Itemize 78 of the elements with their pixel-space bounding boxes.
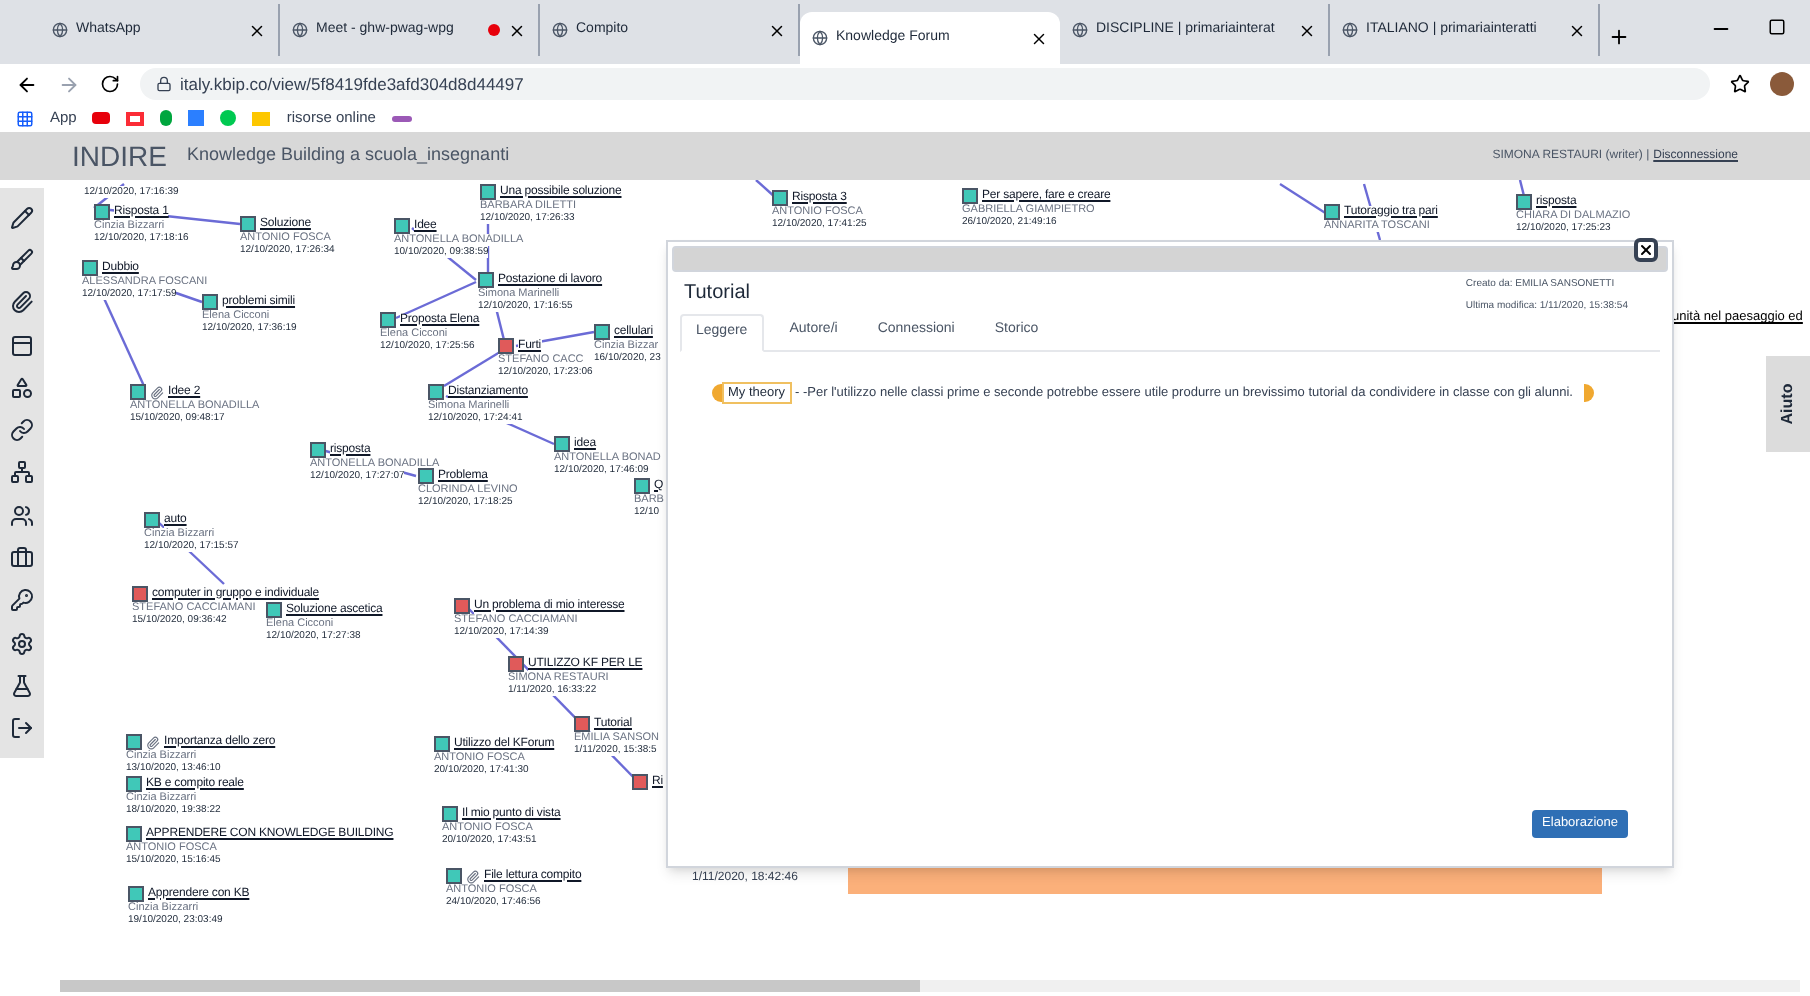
note-icon[interactable] [310,442,326,458]
note-icon[interactable] [1324,204,1340,220]
dialog-title: Tutorial [684,280,750,308]
note-icon[interactable] [554,436,570,452]
note-icon[interactable] [508,656,524,672]
close-tab-icon[interactable] [1030,29,1048,47]
link-icon[interactable] [10,418,34,443]
settings-icon[interactable] [10,631,34,656]
apps-icon[interactable] [16,109,34,127]
note-icon[interactable] [454,598,470,614]
site-icon [1342,22,1358,38]
close-tab-icon[interactable] [508,21,526,39]
scaffold-bracket-icon [712,383,722,402]
note-icon[interactable] [962,188,978,204]
horizontal-scrollbar[interactable] [60,980,1800,992]
close-tab-icon[interactable] [1568,21,1586,39]
note-icon[interactable] [240,216,256,232]
note-icon[interactable] [574,716,590,732]
brand-title: INDIRE [72,137,167,175]
site-icon [292,22,308,38]
note-icon[interactable] [394,218,410,234]
note-icon[interactable] [442,806,458,822]
site-icon [812,30,828,46]
brush-icon[interactable] [10,247,34,272]
note-icon[interactable] [634,478,650,494]
network-icon[interactable] [10,460,34,485]
help-tab[interactable]: Aiuto [1766,356,1810,452]
pencil-icon[interactable] [10,205,34,230]
close-tab-icon[interactable] [1298,21,1316,39]
paperclip-icon[interactable] [10,290,34,315]
note-icon[interactable] [594,324,610,340]
note-icon[interactable] [266,602,282,618]
close-button[interactable] [1634,238,1658,262]
community-title: Knowledge Building a scuola_insegnanti [186,142,510,169]
note-icon[interactable] [130,384,146,400]
note-icon[interactable] [132,586,148,602]
note-icon[interactable] [126,776,142,792]
window-icon[interactable] [10,333,34,358]
site-icon [52,22,68,38]
shapes-icon[interactable] [10,375,34,400]
note-icon[interactable] [380,312,396,328]
note-icon[interactable] [1516,194,1532,210]
note-icon[interactable] [144,512,160,528]
note-icon[interactable] [428,384,444,400]
note-icon[interactable] [772,190,788,206]
back-icon[interactable] [16,73,38,95]
note-icon[interactable] [498,338,514,354]
logout-icon[interactable] [10,716,34,741]
briefcase-icon[interactable] [10,546,34,571]
reload-icon[interactable] [100,74,120,94]
lock-icon [156,76,172,92]
maximize-icon[interactable] [1768,18,1786,36]
note-icon[interactable] [446,868,462,884]
note-icon[interactable] [434,736,450,752]
scaffold-bracket-icon [1584,383,1595,402]
note-icon[interactable] [418,468,434,484]
note-icon[interactable] [202,294,218,310]
note-icon[interactable] [82,260,98,276]
site-icon [1072,22,1088,38]
flask-icon[interactable] [10,673,34,698]
close-tab-icon[interactable] [248,21,266,39]
note-icon[interactable] [478,272,494,288]
key-icon[interactable] [10,588,34,613]
note-icon[interactable] [126,826,142,842]
close-icon [1638,242,1654,258]
forward-icon[interactable] [58,73,80,95]
bookmark-star-icon[interactable] [1730,74,1750,94]
note-icon[interactable] [128,886,144,902]
new-tab-icon[interactable] [1608,26,1630,48]
people-icon[interactable] [10,503,34,528]
note-icon[interactable] [94,204,110,220]
note-icon[interactable] [632,774,648,790]
avatar[interactable] [1770,72,1794,96]
close-tab-icon[interactable] [768,21,786,39]
note-icon[interactable] [126,734,142,750]
note-icon[interactable] [480,184,496,200]
site-icon [552,22,568,38]
address-bar[interactable]: italy.kbip.co/view/5f8419fde3afd304d8d44497 [140,68,1710,100]
